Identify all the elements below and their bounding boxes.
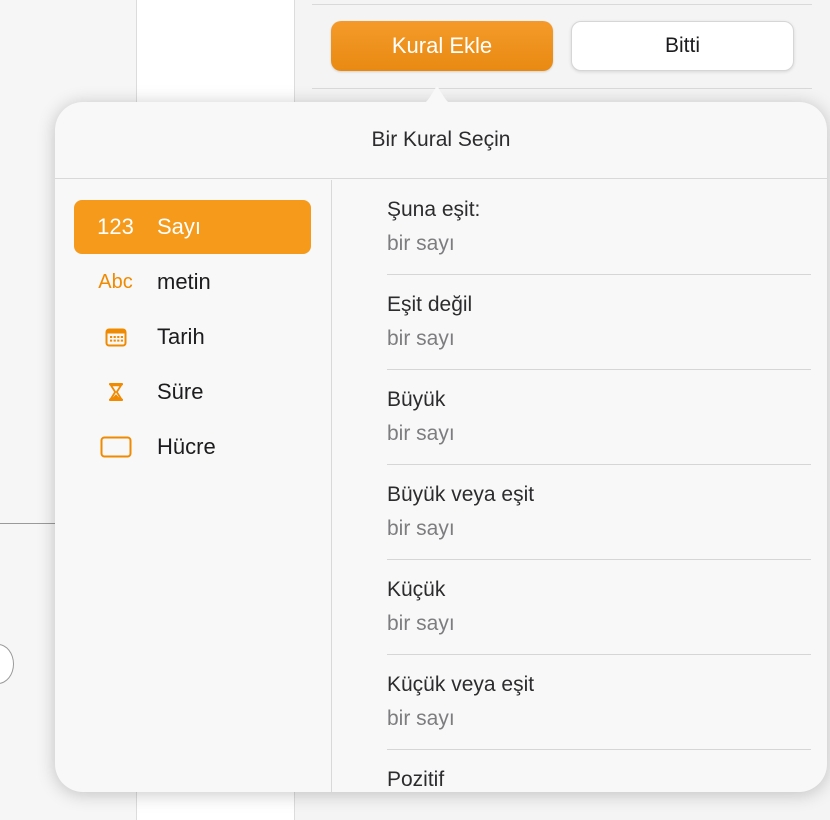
rule-subtitle: bir sayı [387,517,455,540]
choose-rule-popover: Bir Kural Seçin 123 Sayı Abc metin Tarih… [55,102,827,792]
rule-subtitle: bir sayı [387,422,455,445]
background-divider [312,4,812,5]
category-label: Tarih [157,324,205,349]
rule-title: Büyük veya eşit [387,483,535,506]
category-item-date[interactable]: Tarih [74,310,311,364]
calendar-icon [74,327,157,347]
category-item-duration[interactable]: Süre [74,365,311,419]
rule-title: Eşit değil [387,293,473,316]
rule-subtitle: bir sayı [387,707,455,730]
number-icon: 123 [97,214,134,239]
rule-item-equal[interactable]: Şuna eşit: bir sayı [387,180,811,275]
rule-subtitle: bir sayı [387,612,455,635]
popover-arrow [417,86,457,106]
rule-title: Büyük [387,388,446,411]
rule-list: Şuna eşit: bir sayı Eşit değil bir sayı … [387,180,827,792]
rule-category-list: 123 Sayı Abc metin Tarih Süre Hücre [55,180,332,792]
add-rule-button[interactable]: Kural Ekle [331,21,553,71]
rule-item-less-or-equal[interactable]: Küçük veya eşit bir sayı [387,655,811,750]
category-item-text[interactable]: Abc metin [74,255,311,309]
rule-title: Küçük veya eşit [387,673,535,696]
rule-title: Şuna eşit: [387,198,481,221]
rule-item-positive[interactable]: Pozitif [387,750,811,792]
rule-title: Küçük [387,578,446,601]
category-label: Süre [157,379,204,404]
cell-icon [74,436,157,458]
rule-item-greater-or-equal[interactable]: Büyük veya eşit bir sayı [387,465,811,560]
category-item-cell[interactable]: Hücre [74,420,311,474]
category-label: Hücre [157,434,216,459]
text-icon: Abc [98,270,133,293]
background-divider [312,88,812,89]
rule-title: Pozitif [387,768,445,791]
rule-subtitle: bir sayı [387,327,455,350]
popover-title: Bir Kural Seçin [55,102,827,179]
hourglass-icon [74,382,157,402]
category-label: metin [157,269,211,294]
category-label: Sayı [157,214,202,239]
rule-subtitle: bir sayı [387,232,455,255]
rule-item-greater[interactable]: Büyük bir sayı [387,370,811,465]
done-button[interactable]: Bitti [571,21,794,71]
rule-item-less[interactable]: Küçük bir sayı [387,560,811,655]
rule-item-not-equal[interactable]: Eşit değil bir sayı [387,275,811,370]
category-item-number[interactable]: 123 Sayı [74,200,311,254]
